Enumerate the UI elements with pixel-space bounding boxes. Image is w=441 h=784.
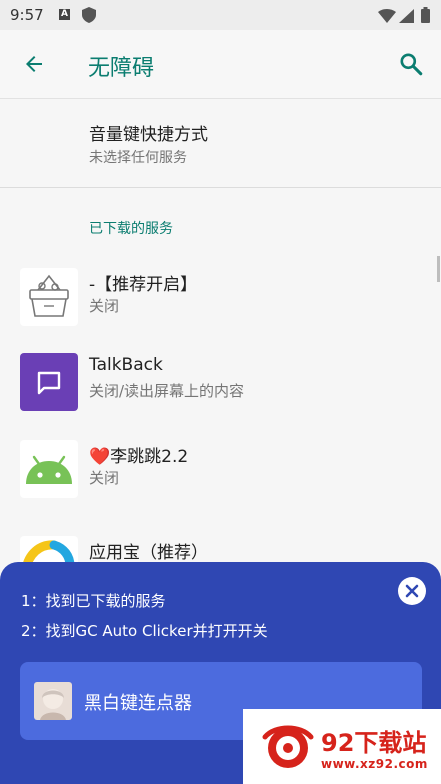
service-status: 关闭 [89,297,120,315]
talkback-icon [20,353,78,411]
volume-key-shortcut-item[interactable]: 音量键快捷方式 未选择任何服务 [0,99,441,188]
basket-icon [20,268,78,326]
page-title: 无障碍 [88,56,155,81]
service-title: ❤️李跳跳2.2 [89,447,189,467]
wifi-icon [378,8,396,27]
watermark-url: www.xz92.com [321,757,428,771]
service-item-lititiao[interactable]: ❤️李跳跳2.2 关闭 [0,431,441,509]
back-arrow-icon[interactable] [22,52,46,80]
service-item-talkback[interactable]: TalkBack 关闭/读出屏幕上的内容 [0,344,441,422]
close-icon [405,584,419,598]
watermark-logo-icon [261,723,315,777]
status-time: 9:57 [10,6,44,24]
scrollbar[interactable] [437,256,440,282]
downloaded-services-header: 已下载的服务 [89,221,173,237]
watermark-text: 92下载站 [321,729,427,757]
signal-icon [399,8,414,27]
app-bar: 无障碍 [0,30,441,99]
service-status: 关闭/读出屏幕上的内容 [89,382,245,400]
app-card-label: 黑白键连点器 [84,693,192,714]
guide-step-2: 2：找到GC Auto Clicker并打开开关 [21,622,268,640]
notification-a-icon: A [59,9,70,20]
shield-icon [82,7,96,27]
service-title: -【推荐开启】 [89,275,198,295]
watermark: 92下载站 www.xz92.com [243,709,441,784]
battery-icon [421,7,430,27]
close-button[interactable] [398,577,426,605]
app-avatar [34,682,72,720]
service-title: TalkBack [89,355,163,375]
shortcut-subtitle: 未选择任何服务 [89,150,187,166]
shortcut-title: 音量键快捷方式 [89,125,208,145]
service-title: 应用宝（推荐） [89,543,208,563]
service-status: 关闭 [89,469,120,487]
android-icon [20,440,78,498]
service-item-recommended[interactable]: -【推荐开启】 关闭 [0,259,441,337]
search-icon[interactable] [398,51,424,81]
status-bar: 9:57 A [0,0,441,30]
guide-step-1: 1：找到已下载的服务 [21,592,166,610]
